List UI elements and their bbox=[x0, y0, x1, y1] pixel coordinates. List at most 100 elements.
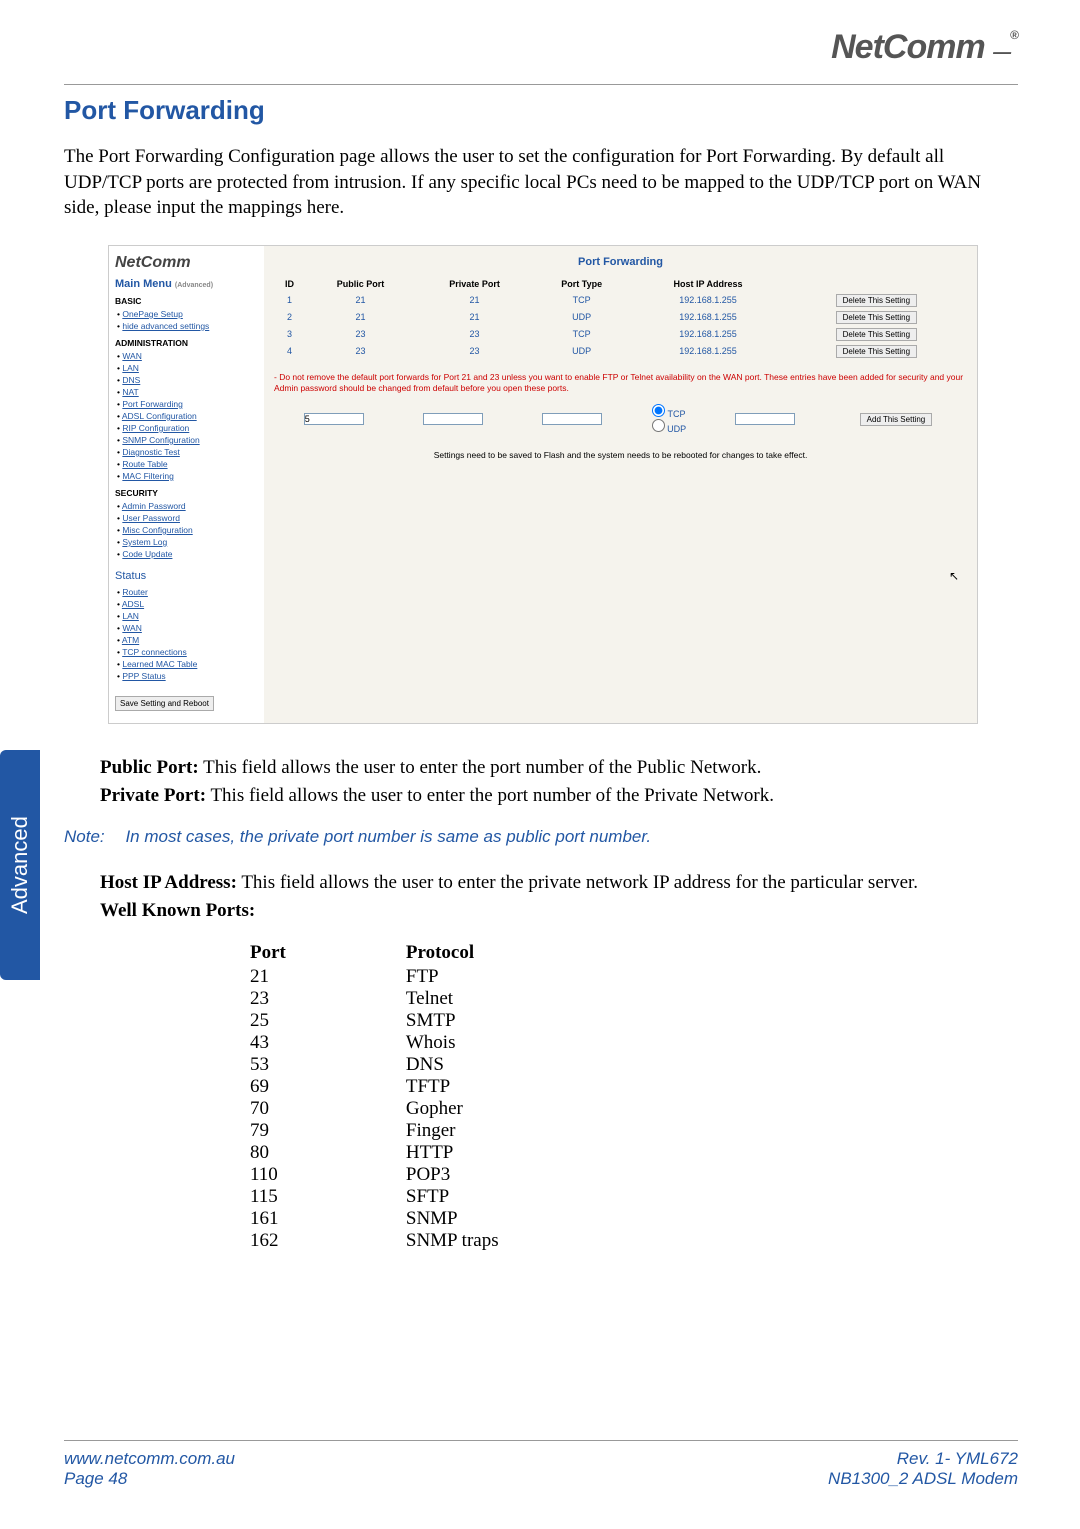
table-row: 3 23 23 TCP 192.168.1.255 Delete This Se… bbox=[274, 326, 967, 343]
footer-rev: Rev. 1- YML672 bbox=[828, 1449, 1018, 1469]
table-row: 1 21 21 TCP 192.168.1.255 Delete This Se… bbox=[274, 292, 967, 309]
col-action bbox=[786, 276, 967, 292]
delete-button[interactable]: Delete This Setting bbox=[836, 311, 917, 324]
nav-status-atm[interactable]: ATM bbox=[122, 635, 139, 645]
nav-status-lan[interactable]: LAN bbox=[122, 611, 139, 621]
brand-logo: NetComm —® bbox=[831, 28, 1018, 67]
section-security: SECURITY bbox=[115, 488, 258, 498]
delete-button[interactable]: Delete This Setting bbox=[836, 294, 917, 307]
nav-status-tcp[interactable]: TCP connections bbox=[122, 647, 187, 657]
section-status: Status bbox=[115, 570, 258, 582]
nav-adsl-config[interactable]: ADSL Configuration bbox=[122, 411, 197, 421]
tcp-radio-label[interactable]: TCP bbox=[652, 409, 685, 419]
col-host-ip: Host IP Address bbox=[630, 276, 786, 292]
private-port-text: This field allows the user to enter the … bbox=[206, 785, 774, 806]
delete-button[interactable]: Delete This Setting bbox=[836, 328, 917, 341]
intro-text: The Port Forwarding Configuration page a… bbox=[64, 144, 1018, 221]
main-menu-label: Main Menu (Advanced) bbox=[115, 278, 258, 290]
definitions: Public Port: This field allows the user … bbox=[100, 754, 1018, 811]
save-note: Settings need to be saved to Flash and t… bbox=[274, 450, 967, 460]
private-port-label: Private Port: bbox=[100, 785, 206, 806]
divider-top bbox=[64, 84, 1018, 85]
router-sidebar: NetComm Main Menu (Advanced) BASIC OnePa… bbox=[109, 246, 264, 723]
wk-row: 110POP3 bbox=[250, 1164, 619, 1186]
host-ip-definition: Host IP Address: This field allows the u… bbox=[100, 869, 1018, 926]
wk-col-protocol: Protocol bbox=[406, 942, 619, 966]
public-port-label: Public Port: bbox=[100, 757, 199, 778]
nav-mac-filtering[interactable]: MAC Filtering bbox=[122, 471, 173, 481]
wk-row: 69TFTP bbox=[250, 1076, 619, 1098]
col-id: ID bbox=[274, 276, 305, 292]
port-forward-table: ID Public Port Private Port Port Type Ho… bbox=[274, 276, 967, 360]
col-public-port: Public Port bbox=[305, 276, 416, 292]
wk-row: 70Gopher bbox=[250, 1098, 619, 1120]
page-title: Port Forwarding bbox=[64, 95, 1018, 126]
nav-system-log[interactable]: System Log bbox=[122, 537, 167, 547]
nav-status-mac[interactable]: Learned MAC Table bbox=[122, 659, 197, 669]
side-tab-advanced: Advanced bbox=[0, 750, 40, 980]
nav-admin-password[interactable]: Admin Password bbox=[122, 501, 186, 511]
nav-status-adsl[interactable]: ADSL bbox=[122, 599, 144, 609]
table-row: 2 21 21 UDP 192.168.1.255 Delete This Se… bbox=[274, 309, 967, 326]
well-known-ports-label: Well Known Ports: bbox=[100, 900, 255, 921]
public-port-text: This field allows the user to enter the … bbox=[199, 757, 762, 778]
footer-page: Page 48 bbox=[64, 1469, 235, 1489]
sidebar-logo: NetComm bbox=[115, 254, 258, 272]
page-footer: www.netcomm.com.au Page 48 Rev. 1- YML67… bbox=[64, 1440, 1018, 1489]
well-known-ports-table: PortProtocol 21FTP 23Telnet 25SMTP 43Who… bbox=[250, 942, 1018, 1252]
section-admin: ADMINISTRATION bbox=[115, 338, 258, 348]
add-id-input[interactable] bbox=[304, 413, 364, 425]
add-setting-button[interactable]: Add This Setting bbox=[860, 413, 933, 426]
nav-lan[interactable]: LAN bbox=[122, 363, 139, 373]
nav-snmp-config[interactable]: SNMP Configuration bbox=[122, 435, 199, 445]
col-port-type: Port Type bbox=[533, 276, 630, 292]
nav-status-ppp[interactable]: PPP Status bbox=[122, 671, 165, 681]
host-ip-text: This field allows the user to enter the … bbox=[237, 872, 918, 893]
nav-route-table[interactable]: Route Table bbox=[122, 459, 167, 469]
wk-row: 79Finger bbox=[250, 1120, 619, 1142]
nav-diagnostic[interactable]: Diagnostic Test bbox=[122, 447, 179, 457]
nav-port-forwarding[interactable]: Port Forwarding bbox=[122, 399, 182, 409]
col-private-port: Private Port bbox=[416, 276, 533, 292]
udp-radio-label[interactable]: UDP bbox=[652, 424, 687, 434]
nav-rip-config[interactable]: RIP Configuration bbox=[122, 423, 189, 433]
delete-button[interactable]: Delete This Setting bbox=[836, 345, 917, 358]
host-ip-label: Host IP Address: bbox=[100, 872, 237, 893]
add-host-ip-input[interactable] bbox=[735, 413, 795, 425]
nav-dns[interactable]: DNS bbox=[122, 375, 140, 385]
nav-nat[interactable]: NAT bbox=[122, 387, 138, 397]
nav-user-password[interactable]: User Password bbox=[122, 513, 180, 523]
section-basic: BASIC bbox=[115, 296, 258, 306]
nav-code-update[interactable]: Code Update bbox=[122, 549, 172, 559]
wk-row: 43Whois bbox=[250, 1032, 619, 1054]
add-private-port-input[interactable] bbox=[542, 413, 602, 425]
nav-onepage-setup[interactable]: OnePage Setup bbox=[122, 309, 183, 319]
add-row: TCP UDP Add This Setting bbox=[274, 402, 967, 436]
footer-model: NB1300_2 ADSL Modem bbox=[828, 1469, 1018, 1489]
wk-row: 53DNS bbox=[250, 1054, 619, 1076]
wk-row: 115SFTP bbox=[250, 1186, 619, 1208]
wk-row: 162SNMP traps bbox=[250, 1230, 619, 1252]
wk-row: 161SNMP bbox=[250, 1208, 619, 1230]
note-text: Note: In most cases, the private port nu… bbox=[64, 827, 1018, 847]
tcp-radio[interactable] bbox=[652, 404, 665, 417]
pane-title: Port Forwarding bbox=[274, 256, 967, 268]
wk-row: 25SMTP bbox=[250, 1010, 619, 1032]
nav-status-router[interactable]: Router bbox=[122, 587, 148, 597]
save-reboot-button[interactable]: Save Setting and Reboot bbox=[115, 696, 214, 711]
add-public-port-input[interactable] bbox=[423, 413, 483, 425]
wk-row: 80HTTP bbox=[250, 1142, 619, 1164]
nav-wan[interactable]: WAN bbox=[122, 351, 142, 361]
router-content-pane: Port Forwarding ID Public Port Private P… bbox=[264, 246, 977, 723]
nav-misc-config[interactable]: Misc Configuration bbox=[122, 525, 192, 535]
router-ui-screenshot: NetComm Main Menu (Advanced) BASIC OnePa… bbox=[108, 245, 978, 724]
footer-url: www.netcomm.com.au bbox=[64, 1449, 235, 1469]
warning-text: - Do not remove the default port forward… bbox=[274, 372, 967, 394]
cursor-icon: ↖ bbox=[949, 569, 959, 583]
nav-hide-advanced[interactable]: hide advanced settings bbox=[122, 321, 209, 331]
nav-status-wan[interactable]: WAN bbox=[122, 623, 142, 633]
table-row: 4 23 23 UDP 192.168.1.255 Delete This Se… bbox=[274, 343, 967, 360]
udp-radio[interactable] bbox=[652, 419, 665, 432]
wk-row: 23Telnet bbox=[250, 988, 619, 1010]
wk-col-port: Port bbox=[250, 942, 406, 966]
